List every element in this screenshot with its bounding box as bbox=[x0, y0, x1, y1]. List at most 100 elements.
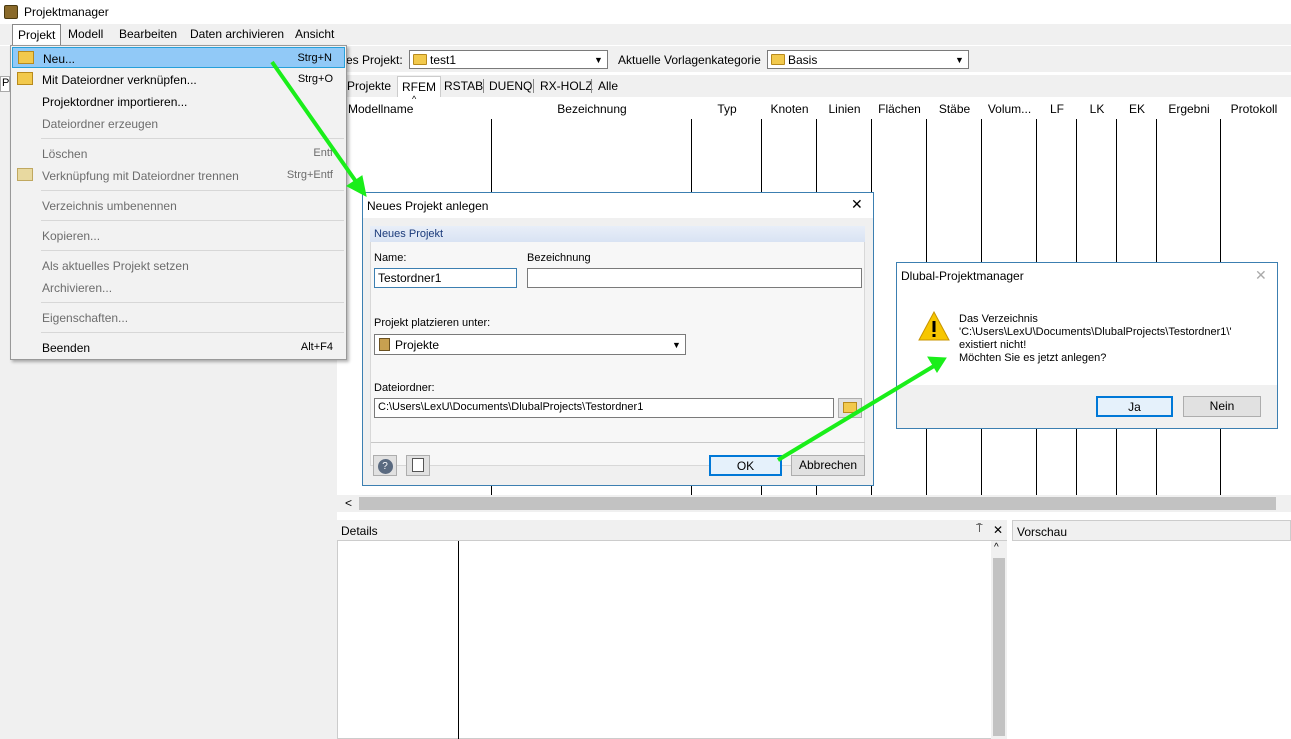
toolbar: es Projekt: test1 ▼ Aktuelle Vorlagenkat… bbox=[337, 46, 1291, 72]
col-lf[interactable]: LF bbox=[1037, 102, 1077, 116]
chevron-down-icon[interactable]: ▼ bbox=[590, 51, 607, 68]
horizontal-scroll-thumb[interactable] bbox=[359, 497, 1276, 510]
details-divider bbox=[458, 541, 459, 739]
menu-item-archivieren[interactable]: Archivieren... bbox=[12, 277, 345, 298]
menu-separator bbox=[41, 332, 344, 333]
menu-daten-archivieren[interactable]: Daten archivieren bbox=[190, 27, 284, 41]
chevron-down-icon[interactable]: ▼ bbox=[951, 51, 968, 68]
details-panel bbox=[337, 520, 1007, 739]
place-under-value: Projekte bbox=[395, 338, 440, 352]
msgbox-line1: Das Verzeichnis bbox=[959, 313, 1038, 325]
col-linien[interactable]: Linien bbox=[817, 102, 872, 116]
dialog-separator bbox=[371, 442, 865, 443]
msgbox-line3: existiert nicht! bbox=[959, 339, 1027, 351]
app-icon bbox=[4, 5, 18, 19]
menu-bearbeiten[interactable]: Bearbeiten bbox=[119, 27, 177, 41]
tab-separator bbox=[533, 79, 534, 93]
ok-button[interactable]: OK bbox=[709, 455, 782, 476]
browse-folder-button[interactable] bbox=[838, 398, 862, 418]
menu-item-eigenschaften[interactable]: Eigenschaften... bbox=[12, 307, 345, 328]
name-label: Name: bbox=[374, 252, 407, 264]
place-under-combo[interactable]: Projekte ▼ bbox=[374, 334, 686, 355]
new-folder-icon bbox=[18, 51, 34, 64]
preview-header: Vorschau bbox=[1012, 520, 1291, 541]
close-icon[interactable]: ✕ bbox=[993, 523, 1003, 537]
menu-separator bbox=[41, 220, 344, 221]
link-folder-icon bbox=[17, 72, 33, 85]
confirm-message-box: Dlubal-Projektmanager ✕ Das Verzeichnis … bbox=[896, 262, 1278, 429]
tab-rx-holz[interactable]: RX-HOLZ bbox=[540, 79, 593, 93]
menu-separator bbox=[41, 190, 344, 191]
folder-icon bbox=[771, 54, 785, 65]
msgbox-title: Dlubal-Projektmanager bbox=[901, 269, 1024, 283]
col-ek[interactable]: EK bbox=[1117, 102, 1157, 116]
cancel-button[interactable]: Abbrechen bbox=[791, 455, 865, 476]
col-staebe[interactable]: Stäbe bbox=[927, 102, 982, 116]
description-input[interactable] bbox=[527, 268, 862, 288]
dialog-title: Neues Projekt anlegen bbox=[367, 199, 489, 213]
col-knoten[interactable]: Knoten bbox=[762, 102, 817, 116]
col-modellname[interactable]: Modellname bbox=[348, 102, 413, 116]
title-bar: Projektmanager bbox=[0, 0, 1291, 24]
menu-separator bbox=[41, 302, 344, 303]
pin-icon[interactable]: ⍑ bbox=[976, 523, 983, 536]
col-protokoll[interactable]: Protokoll bbox=[1221, 102, 1287, 116]
menu-modell[interactable]: Modell bbox=[68, 27, 103, 41]
menu-ansicht[interactable]: Ansicht bbox=[295, 27, 334, 41]
folder-input[interactable]: C:\Users\LexU\Documents\DlubalProjects\T… bbox=[374, 398, 834, 418]
tab-rstab[interactable]: RSTAB bbox=[444, 79, 483, 93]
vertical-scroll-thumb[interactable] bbox=[993, 558, 1005, 736]
tab-duenq[interactable]: DUENQ bbox=[489, 79, 532, 93]
folder-label: Dateiordner: bbox=[374, 382, 435, 394]
section-header: Neues Projekt bbox=[370, 226, 865, 242]
template-category-combo[interactable]: Basis ▼ bbox=[767, 50, 969, 69]
menu-item-importieren[interactable]: Projektordner importieren... bbox=[12, 91, 345, 112]
menu-bar: Projekt Modell Bearbeiten Daten archivie… bbox=[0, 24, 1291, 45]
details-title: Details bbox=[341, 524, 378, 538]
menu-item-kopieren[interactable]: Kopieren... bbox=[12, 225, 345, 246]
menu-item-neu[interactable]: Neu... Strg+N bbox=[12, 47, 345, 68]
preview-title: Vorschau bbox=[1017, 525, 1068, 539]
description-label: Bezeichnung bbox=[527, 252, 591, 264]
menu-item-verknuepfung-trennen[interactable]: Verknüpfung mit Dateiordner trennen Strg… bbox=[12, 165, 345, 186]
details-header: Details ⍑ ✕ bbox=[337, 520, 1007, 541]
col-typ[interactable]: Typ bbox=[692, 102, 762, 116]
folder-icon bbox=[413, 54, 427, 65]
tree-tab-stub[interactable]: P bbox=[0, 76, 10, 92]
unlink-folder-icon bbox=[17, 168, 33, 181]
template-category-label: Aktuelle Vorlagenkategorie bbox=[618, 53, 761, 67]
menu-item-loeschen[interactable]: Löschen Entf bbox=[12, 143, 345, 164]
copy-button[interactable] bbox=[406, 455, 430, 476]
chevron-down-icon[interactable]: ▼ bbox=[668, 335, 685, 354]
close-icon[interactable]: ✕ bbox=[1255, 267, 1267, 284]
menu-item-beenden[interactable]: Beenden Alt+F4 bbox=[12, 337, 345, 358]
tab-rfem[interactable]: RFEM bbox=[397, 76, 441, 97]
current-project-combo[interactable]: test1 ▼ bbox=[409, 50, 608, 69]
col-bezeichnung[interactable]: Bezeichnung bbox=[492, 102, 692, 116]
place-under-label: Projekt platzieren unter: bbox=[374, 317, 491, 329]
menu-projekt[interactable]: Projekt bbox=[12, 24, 62, 45]
col-ergebnisse[interactable]: Ergebni bbox=[1157, 102, 1221, 116]
scroll-up-icon[interactable]: ^ bbox=[994, 542, 999, 553]
col-lk[interactable]: LK bbox=[1077, 102, 1117, 116]
tab-projekte[interactable]: Projekte bbox=[347, 79, 391, 93]
menu-item-verknuepfen[interactable]: Mit Dateiordner verknüpfen... Strg+O bbox=[12, 69, 345, 90]
menu-item-aktuelles-projekt[interactable]: Als aktuelles Projekt setzen bbox=[12, 255, 345, 276]
current-project-value: test1 bbox=[430, 53, 457, 67]
name-input[interactable]: Testordner1 bbox=[374, 268, 517, 288]
menu-item-umbenennen[interactable]: Verzeichnis umbenennen bbox=[12, 195, 345, 216]
help-button[interactable]: ? bbox=[373, 455, 397, 476]
close-icon[interactable]: ✕ bbox=[851, 196, 863, 213]
current-project-label: es Projekt: bbox=[346, 53, 403, 67]
program-tabs: Projekte RFEM RSTAB DUENQ RX-HOLZ Alle bbox=[337, 75, 1291, 97]
col-flaechen[interactable]: Flächen bbox=[872, 102, 927, 116]
menu-separator bbox=[41, 250, 344, 251]
no-button[interactable]: Nein bbox=[1183, 396, 1261, 417]
tab-alle[interactable]: Alle bbox=[598, 79, 618, 93]
menu-item-dateiordner-erzeugen[interactable]: Dateiordner erzeugen bbox=[12, 113, 345, 134]
new-project-dialog: Neues Projekt anlegen ✕ Neues Projekt Na… bbox=[362, 192, 874, 486]
yes-button[interactable]: Ja bbox=[1096, 396, 1173, 417]
scroll-left-icon[interactable]: < bbox=[345, 496, 352, 510]
tab-separator bbox=[591, 79, 592, 93]
col-volumen[interactable]: Volum... bbox=[982, 102, 1037, 116]
